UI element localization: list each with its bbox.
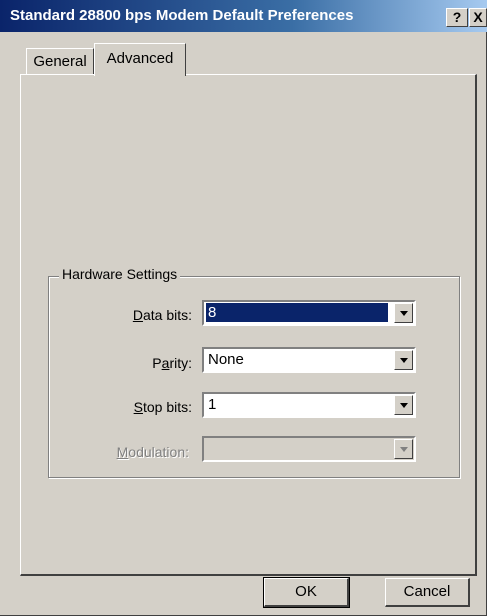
chevron-down-icon[interactable] bbox=[394, 395, 413, 415]
close-icon: X bbox=[473, 9, 483, 25]
question-mark-icon: ? bbox=[452, 9, 462, 25]
tab-advanced-label: Advanced bbox=[106, 50, 174, 67]
stop-bits-select[interactable]: 1 bbox=[202, 392, 416, 418]
tab-general-label: General bbox=[33, 53, 87, 70]
parity-label: Parity: bbox=[152, 355, 192, 371]
window-title: Standard 28800 bps Modem Default Prefere… bbox=[10, 7, 354, 24]
help-button[interactable]: ? bbox=[446, 8, 468, 27]
modem-preferences-dialog: Standard 28800 bps Modem Default Prefere… bbox=[0, 0, 487, 616]
data-bits-value: 8 bbox=[206, 303, 388, 322]
ok-button[interactable]: OK bbox=[263, 577, 350, 608]
cancel-button[interactable]: Cancel bbox=[385, 578, 470, 607]
chevron-down-icon bbox=[394, 439, 413, 459]
stop-bits-label: Stop bits: bbox=[133, 399, 192, 415]
data-bits-label: Data bits: bbox=[132, 307, 192, 323]
tab-general[interactable]: General bbox=[26, 48, 94, 74]
modulation-value bbox=[206, 439, 388, 458]
modulation-label: Modulation: bbox=[116, 444, 189, 460]
stop-bits-value: 1 bbox=[208, 396, 217, 413]
close-button[interactable]: X bbox=[469, 8, 487, 27]
title-bar[interactable]: Standard 28800 bps Modem Default Prefere… bbox=[0, 0, 487, 32]
parity-value: None bbox=[208, 351, 244, 368]
chevron-down-icon[interactable] bbox=[394, 303, 413, 323]
modulation-select bbox=[202, 436, 416, 462]
hardware-settings-label: Hardware Settings bbox=[59, 266, 181, 282]
tab-advanced[interactable]: Advanced bbox=[94, 43, 186, 76]
data-bits-select[interactable]: 8 bbox=[202, 300, 416, 326]
chevron-down-icon[interactable] bbox=[394, 350, 413, 370]
parity-select[interactable]: None bbox=[202, 347, 416, 373]
